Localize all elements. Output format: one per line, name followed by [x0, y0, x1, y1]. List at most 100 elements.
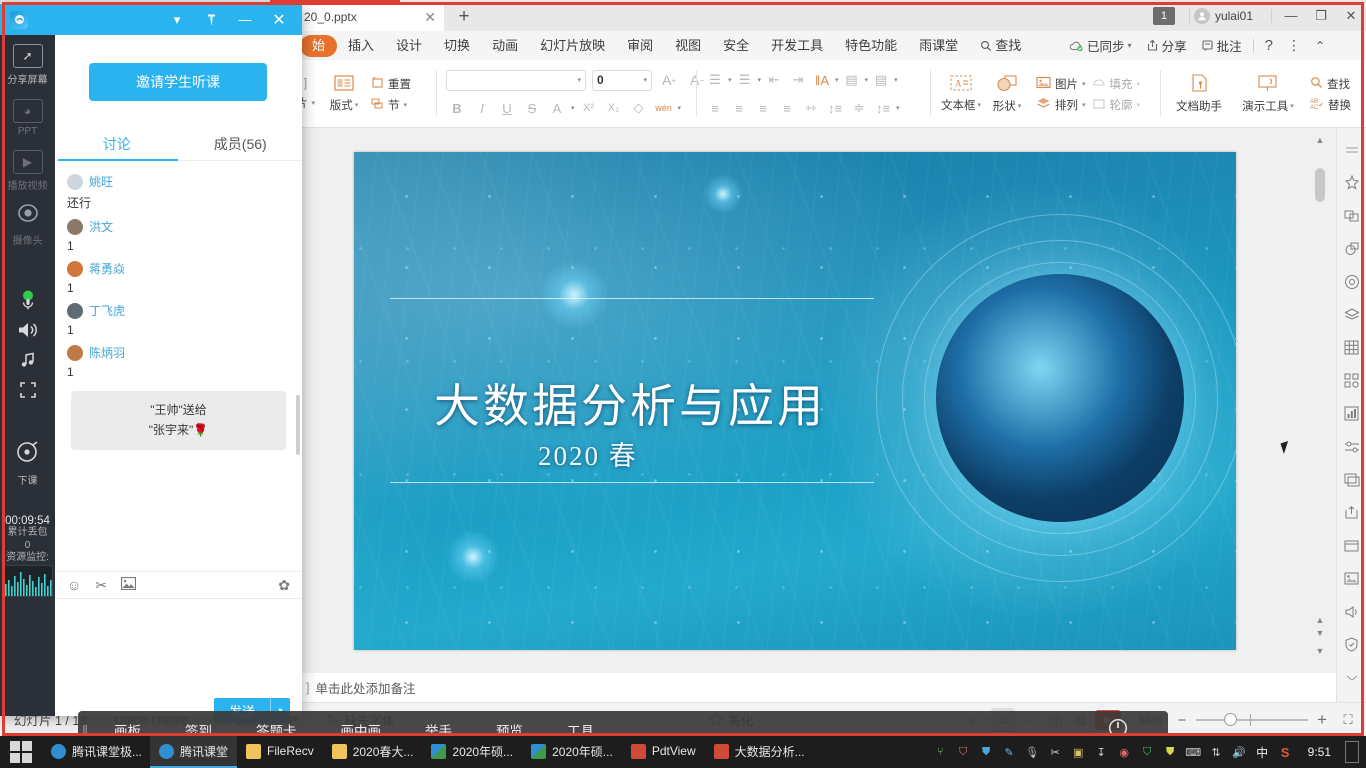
- more-icon[interactable]: ⋮: [1280, 37, 1308, 54]
- arrange-button[interactable]: 排列 ▾: [1036, 97, 1086, 113]
- zoom-slider-handle[interactable]: [1224, 713, 1237, 726]
- emoji-icon[interactable]: ☺: [67, 577, 81, 593]
- chevron-down-icon[interactable]: ▾: [160, 4, 194, 35]
- download-icon[interactable]: ↧: [1093, 744, 1110, 761]
- slide-vertical-scrollbar[interactable]: [1314, 148, 1326, 648]
- media-icon[interactable]: [1339, 563, 1365, 594]
- taskbar-item-bigdata-ppt[interactable]: 大数据分析...: [705, 736, 813, 768]
- strikethrough-button[interactable]: S: [521, 97, 543, 119]
- grow-font-button[interactable]: A +: [658, 69, 680, 91]
- taskbar-item-excel-2[interactable]: 2020年硕...: [522, 736, 622, 768]
- rail-collapse-icon[interactable]: [1339, 134, 1365, 165]
- network-icon[interactable]: ⇅: [1208, 744, 1225, 761]
- chat-sender-name[interactable]: 姚旺: [89, 173, 113, 190]
- audio-icon[interactable]: [1339, 596, 1365, 627]
- close-icon[interactable]: ✕: [262, 4, 296, 35]
- apple-icon[interactable]: ◉: [1116, 744, 1133, 761]
- paragraph-space-button[interactable]: ≑: [848, 97, 870, 119]
- tab-insert[interactable]: 插入: [337, 31, 385, 60]
- tab-animation[interactable]: 动画: [481, 31, 529, 60]
- underline-button[interactable]: U: [496, 97, 518, 119]
- sogou-icon[interactable]: S: [1277, 744, 1294, 761]
- chevron-down-icon[interactable]: ▾: [577, 76, 581, 84]
- shield-yellow-icon[interactable]: ⛊: [1162, 744, 1179, 761]
- chevron-down-icon[interactable]: ▾: [1137, 80, 1141, 88]
- music-icon[interactable]: [0, 345, 55, 375]
- shield-red-icon[interactable]: ⛉: [955, 744, 972, 761]
- reset-button[interactable]: 重置: [371, 76, 411, 92]
- image-icon[interactable]: [120, 576, 137, 593]
- zoom-slider[interactable]: [1196, 708, 1308, 732]
- chevron-down-icon[interactable]: ▾: [865, 76, 869, 84]
- taskbar-item-excel-1[interactable]: 2020年硕...: [422, 736, 522, 768]
- close-icon[interactable]: ✕: [424, 10, 436, 24]
- minimize-icon[interactable]: —: [1276, 0, 1306, 31]
- speaker-icon[interactable]: [0, 315, 55, 345]
- bullet-list-button[interactable]: ☰: [704, 69, 726, 91]
- chevron-down-icon[interactable]: ▾: [678, 104, 682, 112]
- font-name-input[interactable]: ▾: [446, 69, 586, 91]
- chevron-down-icon[interactable]: ▾: [312, 99, 316, 107]
- save-icon[interactable]: ▣: [1070, 744, 1087, 761]
- next-slide-icon[interactable]: ▼: [1314, 626, 1326, 640]
- new-tab-button[interactable]: +: [452, 5, 476, 29]
- volume-icon[interactable]: 🔊: [1231, 744, 1248, 761]
- zoom-in-button[interactable]: +: [1310, 708, 1334, 732]
- scissors-icon[interactable]: ✂: [1047, 744, 1064, 761]
- chevron-down-icon[interactable]: ▾: [1290, 102, 1294, 110]
- show-desktop-button[interactable]: [1345, 741, 1359, 763]
- end-class-button[interactable]: 下课: [0, 429, 55, 491]
- image-library-icon[interactable]: [1339, 464, 1365, 495]
- chevron-down-icon[interactable]: ▾: [1018, 102, 1022, 110]
- present-tool-button[interactable]: 演示工具 ▾: [1234, 65, 1302, 123]
- chart-icon[interactable]: [1339, 398, 1365, 429]
- slide-title[interactable]: 大数据分析与应用: [434, 370, 826, 436]
- line-spacing-button[interactable]: ↕≡: [824, 97, 846, 119]
- tab-discussion[interactable]: 讨论: [55, 128, 179, 160]
- chevron-down-icon[interactable]: ▾: [1082, 80, 1086, 88]
- chevron-down-icon[interactable]: ▾: [835, 76, 839, 84]
- chevron-down-icon[interactable]: ▾: [758, 76, 762, 84]
- chat-sender-name[interactable]: 陈炳羽: [89, 344, 125, 361]
- chat-sender-name[interactable]: 丁飞虎: [89, 302, 125, 319]
- tab-developer[interactable]: 开发工具: [760, 31, 834, 60]
- smartart-icon[interactable]: [1339, 365, 1365, 396]
- chat-input-box[interactable]: [55, 599, 302, 695]
- outline-button[interactable]: 轮廓 ▾: [1092, 97, 1140, 113]
- shield-blue-icon[interactable]: ⛊: [978, 744, 995, 761]
- table-icon[interactable]: [1339, 332, 1365, 363]
- doc-assistant-button[interactable]: 文档助手: [1168, 65, 1230, 123]
- sidebar-item-ppt[interactable]: ◕ PPT: [0, 90, 55, 141]
- align-center-button[interactable]: ≡: [728, 97, 750, 119]
- font-color-button[interactable]: A: [546, 97, 568, 119]
- tab-transition[interactable]: 切换: [433, 31, 481, 60]
- tab-review[interactable]: 审阅: [616, 31, 664, 60]
- layout-button[interactable]: 版式 ▾: [321, 65, 367, 123]
- tab-security[interactable]: 安全: [712, 31, 760, 60]
- justify-button[interactable]: ≡: [776, 97, 798, 119]
- chevron-down-icon[interactable]: ▾: [404, 101, 408, 109]
- chevron-down-icon[interactable]: ▾: [571, 104, 575, 112]
- chevron-down-icon[interactable]: ▾: [1082, 101, 1086, 109]
- adjust-icon[interactable]: [1339, 431, 1365, 462]
- collapse-ribbon-icon[interactable]: ⌃: [1308, 39, 1332, 53]
- ime-indicator[interactable]: 中: [1254, 744, 1271, 761]
- section-button[interactable]: 节 ▾: [371, 97, 411, 113]
- chevron-down-icon[interactable]: ▾: [896, 104, 900, 112]
- numbered-list-button[interactable]: ☰: [734, 69, 756, 91]
- scissors-icon[interactable]: ✂: [95, 577, 107, 594]
- share-button[interactable]: 分享: [1139, 36, 1194, 55]
- align-text-button[interactable]: ▤: [841, 69, 863, 91]
- sidebar-item-play-video[interactable]: ▶ 播放视频: [0, 141, 55, 196]
- slide-master-icon[interactable]: [1339, 530, 1365, 561]
- italic-button[interactable]: I: [471, 97, 493, 119]
- tab-find[interactable]: 查找: [969, 31, 1032, 60]
- slide-subtitle[interactable]: 2020 春: [538, 434, 638, 473]
- close-icon[interactable]: ✕: [1336, 0, 1366, 31]
- align-left-button[interactable]: ≡: [704, 97, 726, 119]
- windows-start-icon[interactable]: [0, 736, 42, 768]
- phonetic-guide-button[interactable]: wén: [653, 97, 675, 119]
- taskbar-item-tencent-classroom-pro[interactable]: 腾讯课堂极...: [42, 736, 150, 768]
- clock[interactable]: 9:51: [1300, 745, 1339, 759]
- microphone-icon[interactable]: [0, 285, 55, 315]
